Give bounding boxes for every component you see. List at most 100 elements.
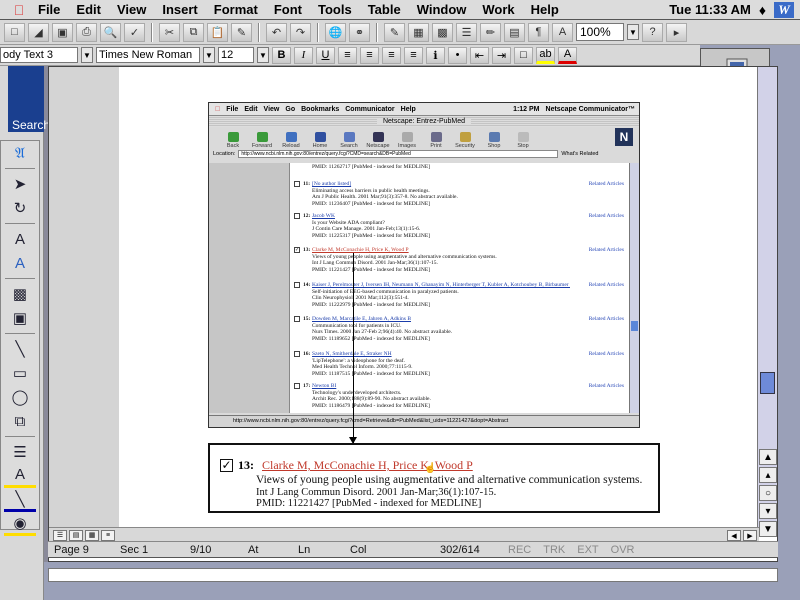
columns-icon[interactable]: ☰: [456, 22, 477, 42]
vertical-scrollbar[interactable]: ▲ ▴ ○ ▾ ▼: [757, 67, 777, 537]
scroll-up-icon[interactable]: ▲: [759, 449, 777, 465]
align-right-icon[interactable]: ≡: [382, 46, 401, 64]
menu-file[interactable]: File: [30, 2, 68, 17]
spelling-icon[interactable]: ✓: [124, 22, 145, 42]
result-number: 11:: [303, 181, 311, 187]
print-icon[interactable]: ⎙: [76, 22, 97, 42]
show-hide-icon[interactable]: ¶: [528, 22, 549, 42]
menu-tools[interactable]: Tools: [310, 2, 360, 17]
insert-table-icon[interactable]: ▦: [408, 22, 429, 42]
next-page-icon[interactable]: ▾: [759, 503, 777, 519]
page-layout-icon[interactable]: ▦: [85, 529, 99, 541]
align-center-icon[interactable]: ≡: [360, 46, 379, 64]
previous-page-icon[interactable]: ▴: [759, 467, 777, 483]
status-rec[interactable]: REC: [502, 544, 537, 556]
menu-window[interactable]: Window: [409, 2, 475, 17]
increase-indent-icon[interactable]: ⇥: [492, 46, 511, 64]
justify-icon[interactable]: ≡: [404, 46, 423, 64]
wordart-icon[interactable]: 𝔄: [4, 141, 36, 165]
line-color-icon[interactable]: ╲: [4, 488, 36, 512]
style-select[interactable]: ody Text 3: [0, 47, 78, 63]
scroll-down-icon[interactable]: ▼: [759, 521, 777, 537]
undo-icon[interactable]: ↶: [266, 22, 287, 42]
font-color-icon[interactable]: A: [558, 46, 577, 64]
text-box-tool-icon[interactable]: A: [4, 227, 36, 251]
hyperlink-icon[interactable]: ⚭: [349, 22, 370, 42]
insert-excel-icon[interactable]: ▩: [432, 22, 453, 42]
toolbar-more-icon[interactable]: ▸: [666, 22, 687, 42]
apple-menu-icon[interactable]: : [8, 2, 30, 18]
print-preview-icon[interactable]: 🔍: [100, 22, 121, 42]
font-size-dropdown-icon[interactable]: ▼: [257, 47, 269, 63]
borders-icon[interactable]: □: [514, 46, 533, 64]
menu-font[interactable]: Font: [266, 2, 310, 17]
browser-security-label: Security: [455, 143, 475, 149]
status-ext[interactable]: EXT: [571, 544, 604, 556]
drawing-icon[interactable]: ✏: [480, 22, 501, 42]
copy-icon[interactable]: ⧉: [183, 22, 204, 42]
insert-picture-icon[interactable]: ▩: [4, 282, 36, 306]
italic-icon[interactable]: I: [294, 46, 313, 64]
embedded-browser-screenshot[interactable]:  File Edit View Go Bookmarks Communicat…: [208, 102, 640, 428]
highlight-icon[interactable]: ab: [536, 46, 555, 64]
open-folder-icon[interactable]: ◢: [28, 22, 49, 42]
paste-icon[interactable]: 📋: [207, 22, 228, 42]
font-size-select[interactable]: 12: [218, 47, 254, 63]
autoshapes-icon[interactable]: ◯: [4, 385, 36, 409]
help-balloon-icon[interactable]: ♦: [759, 2, 766, 18]
select-browse-object-icon[interactable]: ○: [759, 485, 777, 501]
save-icon[interactable]: ▣: [52, 22, 73, 42]
align-left-icon[interactable]: ≡: [338, 46, 357, 64]
browser-shop: Shop: [484, 132, 504, 149]
menu-insert[interactable]: Insert: [154, 2, 205, 17]
decrease-indent-icon[interactable]: ⇤: [470, 46, 489, 64]
menu-edit[interactable]: Edit: [68, 2, 109, 17]
bold-icon[interactable]: B: [272, 46, 291, 64]
font-dropdown-icon[interactable]: ▼: [203, 47, 215, 63]
redo-icon[interactable]: ↷: [290, 22, 311, 42]
zoom-dropdown-icon[interactable]: ▼: [627, 24, 639, 40]
format-painter-icon[interactable]: ✎: [231, 22, 252, 42]
browser-shop-label: Shop: [487, 143, 501, 149]
line-style-icon[interactable]: ☰: [4, 440, 36, 464]
menu-view[interactable]: View: [109, 2, 154, 17]
line-tool-icon[interactable]: ╲: [4, 337, 36, 361]
fill-color-icon[interactable]: ◉: [4, 512, 36, 536]
tables-borders-icon[interactable]: ✎: [384, 22, 405, 42]
group-icon[interactable]: ⧉: [4, 409, 36, 433]
online-layout-icon[interactable]: ▤: [69, 529, 83, 541]
outline-view-icon[interactable]: ≡: [101, 529, 115, 541]
rectangle-tool-icon[interactable]: ▭: [4, 361, 36, 385]
horizontal-scrollbar[interactable]: ☰ ▤ ▦ ≡ ◀ ▶: [49, 527, 759, 542]
menu-help[interactable]: Help: [523, 2, 567, 17]
underline-icon[interactable]: U: [316, 46, 335, 64]
font-select[interactable]: Times New Roman: [96, 47, 200, 63]
scroll-right-icon[interactable]: ▶: [743, 530, 757, 541]
status-trk[interactable]: TRK: [537, 544, 571, 556]
bullets-icon[interactable]: •: [448, 46, 467, 64]
cut-icon[interactable]: ✂: [159, 22, 180, 42]
select-arrow-icon[interactable]: ➤: [4, 172, 36, 196]
menu-format[interactable]: Format: [206, 2, 266, 17]
scroll-left-icon[interactable]: ◀: [727, 530, 741, 541]
font-color-palette-icon[interactable]: A: [4, 464, 36, 488]
style-dropdown-icon[interactable]: ▼: [81, 47, 93, 63]
clip-art-icon[interactable]: ▣: [4, 306, 36, 330]
office-assistant-icon[interactable]: ?: [642, 22, 663, 42]
menu-work[interactable]: Work: [474, 2, 522, 17]
document-map-icon[interactable]: ▤: [504, 22, 525, 42]
status-ovr[interactable]: OVR: [605, 544, 641, 556]
zoomed-citation-callout[interactable]: ✓ 13: Clarke M, McConachie H, Price K, W…: [208, 443, 660, 513]
zoom-field[interactable]: 100%: [576, 23, 624, 41]
new-document-icon[interactable]: □: [4, 22, 25, 42]
application-menu-icon[interactable]: W: [774, 1, 794, 18]
numbering-icon[interactable]: ℹ: [426, 46, 445, 64]
free-rotate-icon[interactable]: ↻: [4, 196, 36, 220]
menu-table[interactable]: Table: [360, 2, 409, 17]
insert-wordart-icon[interactable]: A: [4, 251, 36, 275]
formatting-toolbar: ody Text 3 ▼ Times New Roman ▼ 12 ▼ B I …: [0, 45, 700, 66]
vertical-scroll-thumb[interactable]: [760, 372, 775, 394]
normal-view-icon[interactable]: ☰: [53, 529, 67, 541]
text-box-icon[interactable]: A: [552, 22, 573, 42]
web-toolbar-icon[interactable]: 🌐: [325, 22, 346, 42]
